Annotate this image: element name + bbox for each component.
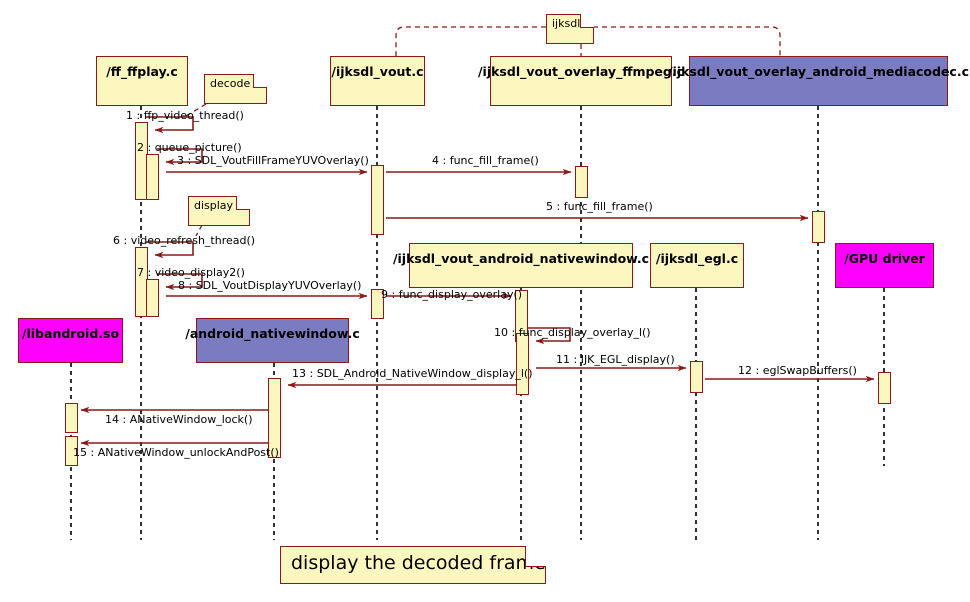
message-text: 5 : func_fill_frame(): [546, 200, 653, 213]
activation-libandroid-1: [65, 403, 78, 433]
message-text: 7 : video_display2(): [137, 266, 245, 279]
note-text: display: [194, 199, 234, 212]
message-label-10: 10 : func_display_overlay_l(): [494, 327, 651, 338]
participant-label: /GPU driver: [844, 251, 925, 266]
message-label-8: 8 : SDL_VoutDisplayYUVOverlay(): [178, 280, 361, 291]
participant-android-nativewindow[interactable]: /android_nativewindow.c: [185, 318, 360, 363]
message-text: 15 : ANativeWindow_unlockAndPost(): [73, 446, 279, 459]
message-text: 6 : video_refresh_thread(): [113, 234, 256, 247]
message-text: 4 : func_fill_frame(): [432, 154, 539, 167]
message-text: 14 : ANativeWindow_lock(): [105, 413, 253, 426]
message-text: 10 : func_display_overlay_l(): [494, 326, 651, 339]
activation-egl-1: [690, 361, 703, 393]
message-text: 2 : queue_picture(): [137, 141, 242, 154]
participant-ijksdl-vout[interactable]: /ijksdl_vout.c: [330, 56, 425, 106]
message-label-7: 7 : video_display2(): [137, 267, 245, 278]
participant-label: /ijksdl_vout_overlay_ffmpeg.c: [477, 64, 685, 79]
message-text: 1 : ffp_video_thread(): [126, 109, 244, 122]
message-label-3: 3 : SDL_VoutFillFrameYUVOverlay(): [177, 155, 369, 166]
message-label-6: 6 : video_refresh_thread(): [113, 235, 255, 246]
note-decode[interactable]: decode: [204, 74, 267, 104]
message-label-2: 2 : queue_picture(): [137, 142, 242, 153]
participant-ijksdl-vout-overlay-android-mediacodec[interactable]: /ijksdl_vout_overlay_android_mediacodec.…: [668, 56, 969, 106]
note-display[interactable]: display: [188, 196, 250, 226]
participant-label: /android_nativewindow.c: [185, 326, 360, 341]
participant-label: /ijksdl_egl.c: [655, 251, 739, 266]
participant-ijksdl-vout-android-nativewindow[interactable]: /ijksdl_vout_android_nativewindow.c: [393, 243, 649, 288]
activation-ffmpeg-1: [575, 166, 588, 198]
connector-ijksdl-to-vout: [395, 26, 546, 56]
participant-ff-ffplay[interactable]: /ff_ffplay.c: [96, 56, 188, 106]
activation-ffplay-4: [146, 279, 159, 317]
note-fold-icon: [236, 196, 250, 210]
participant-label: /ijksdl_vout.c: [331, 64, 424, 79]
message-text: 11 : IJK_EGL_display(): [556, 353, 675, 366]
message-label-13: 13 : SDL_Android_NativeWindow_display_l(…: [292, 368, 533, 379]
message-label-11: 11 : IJK_EGL_display(): [556, 354, 675, 365]
message-text: 3 : SDL_VoutFillFrameYUVOverlay(): [177, 154, 369, 167]
participant-label: /ijksdl_vout_android_nativewindow.c: [392, 251, 650, 266]
note-title-display-the-decoded-frame[interactable]: display the decoded frame: [280, 546, 546, 584]
activation-vout-1: [371, 165, 384, 235]
message-label-15: 15 : ANativeWindow_unlockAndPost(): [73, 447, 279, 458]
note-text: decode: [210, 77, 251, 90]
note-text: ijksdl: [552, 17, 581, 30]
message-label-5: 5 : func_fill_frame(): [546, 201, 653, 212]
sequence-diagram-canvas: /ff_ffplay.c /ijksdl_vout.c /ijksdl_vout…: [0, 0, 970, 602]
message-text: 12 : eglSwapBuffers(): [738, 364, 857, 377]
participant-label: /ff_ffplay.c: [106, 64, 178, 79]
message-label-1: 1 : ffp_video_thread(): [126, 110, 244, 121]
note-fold-icon: [580, 14, 594, 28]
participant-ijksdl-egl[interactable]: /ijksdl_egl.c: [650, 243, 744, 288]
connector-ijksdl-to-mediacodec: [593, 26, 781, 56]
note-fold-icon: [525, 546, 546, 567]
note-ijksdl[interactable]: ijksdl: [546, 14, 594, 44]
participant-gpu-driver[interactable]: /GPU driver: [835, 243, 934, 288]
message-label-4: 4 : func_fill_frame(): [432, 155, 539, 166]
message-text: 13 : SDL_Android_NativeWindow_display_l(…: [292, 367, 533, 380]
activation-gpu-1: [878, 372, 891, 404]
note-fold-icon: [253, 74, 267, 88]
message-label-12: 12 : eglSwapBuffers(): [738, 365, 857, 376]
participant-label: /libandroid.so: [21, 326, 120, 341]
participant-label: /ijksdl_vout_overlay_android_mediacodec.…: [667, 64, 970, 79]
activation-mediacodec-1: [812, 211, 825, 243]
message-text: 9 : func_display_overlay(): [381, 288, 523, 301]
participant-ijksdl-vout-overlay-ffmpeg[interactable]: /ijksdl_vout_overlay_ffmpeg.c: [478, 56, 684, 106]
activation-vout-android-2: [516, 333, 529, 395]
activation-ffplay-2: [146, 154, 159, 200]
message-label-9: 9 : func_display_overlay(): [381, 289, 522, 300]
note-text: display the decoded frame: [291, 552, 546, 574]
message-text: 8 : SDL_VoutDisplayYUVOverlay(): [178, 279, 362, 292]
participant-libandroid-so[interactable]: /libandroid.so: [18, 318, 123, 363]
message-label-14: 14 : ANativeWindow_lock(): [105, 414, 253, 425]
lifelines: [70, 106, 885, 540]
